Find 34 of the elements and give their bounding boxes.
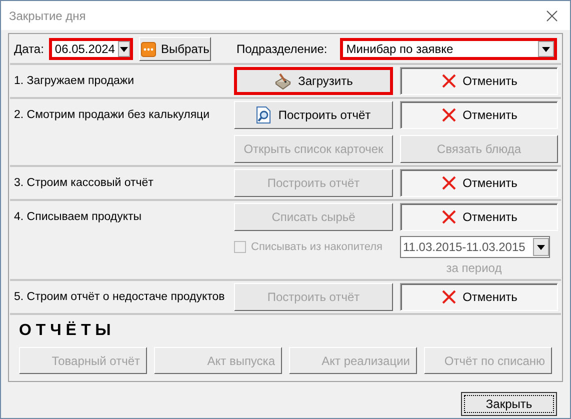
close-icon[interactable]: [546, 10, 558, 22]
step-label: 4. Списываем продукты: [13, 210, 143, 225]
period-caption: за период: [446, 260, 502, 277]
period-value: 11.03.2015-11.03.2015: [402, 239, 526, 256]
close-x-icon: [440, 73, 457, 89]
window-title: Закрытие дня: [9, 8, 86, 24]
close-x-icon: [440, 175, 457, 191]
reports-heading: О Т Ч Ё Т Ы: [19, 320, 112, 341]
cancel-button[interactable]: Отменить: [400, 203, 558, 231]
date-field[interactable]: 06.05.2024: [48, 38, 133, 60]
period-field[interactable]: 11.03.2015-11.03.2015: [400, 236, 550, 258]
document-magnifier-icon: [256, 106, 272, 124]
department-label: Подразделение:: [236, 41, 328, 58]
department-field[interactable]: Минибар по заявке: [340, 38, 557, 60]
combo-value: Минибар по заявке: [345, 41, 454, 58]
combo-value: 06.05.2024: [54, 41, 116, 58]
action-button[interactable]: Построить отчёт: [234, 101, 393, 129]
action-button[interactable]: Загрузить: [234, 67, 393, 95]
close-x-icon: [440, 107, 457, 123]
cancel-button[interactable]: Отменить: [400, 67, 558, 95]
more-dots-icon: [141, 42, 156, 56]
step-label: 5. Строим отчёт о недостаче продуктов: [13, 290, 226, 305]
close-x-icon: [440, 209, 457, 225]
step-label: 2. Смотрим продажи без калькуляци: [13, 108, 211, 123]
step-label: 1. Загружаем продажи: [13, 74, 136, 89]
choose-button[interactable]: Выбрать: [138, 37, 212, 61]
date-label: Дата:: [14, 41, 44, 58]
cancel-button[interactable]: Отменить: [400, 283, 558, 311]
cancel-button[interactable]: Отменить: [400, 169, 558, 197]
step-label: 3. Строим кассовый отчёт: [13, 176, 154, 191]
cancel-button[interactable]: Отменить: [400, 101, 558, 129]
close-button[interactable]: Закрыть: [461, 392, 557, 416]
close-x-icon: [440, 289, 457, 305]
box-pencil-icon: [274, 72, 292, 90]
